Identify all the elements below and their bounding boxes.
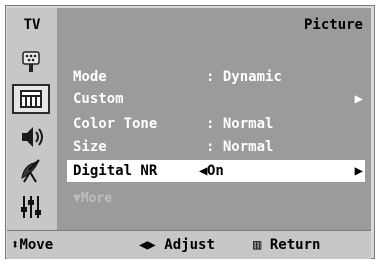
channel-antenna-icon[interactable] (12, 156, 50, 186)
custom-label: Custom (73, 91, 124, 107)
size-value: : Normal (206, 139, 274, 155)
osd-frame: Picture TV Mode: Dynamic Custom ▶ Color… (0, 0, 379, 264)
adjust-hint: ◀▶ Adjust (139, 237, 215, 253)
source-label: TV (23, 17, 41, 33)
digital-nr-label: Digital NR (73, 163, 158, 179)
menu-return-icon: ▥ (253, 237, 262, 253)
menu-row-mode[interactable]: Mode : Dynamic (73, 66, 365, 88)
left-right-arrows-icon: ◀▶ (139, 237, 156, 253)
picture-menu-panel: Mode : Dynamic Custom ▶ Color Tone : Nor… (57, 42, 371, 230)
more-indicator: ▼More (73, 191, 113, 206)
menu-row-digital-nr[interactable]: Digital NR ◀ On ▶ (67, 160, 365, 182)
sound-icon[interactable] (12, 122, 50, 152)
return-hint: ▥ Return (253, 237, 321, 253)
footer-hints: ⬍Move ◀▶ Adjust ▥ Return (7, 230, 371, 259)
mode-label: Mode (73, 69, 107, 85)
menu-header: Picture (7, 8, 371, 43)
right-arrow-icon[interactable]: ▶ (355, 160, 363, 182)
color-tone-label: Color Tone (73, 116, 158, 132)
picture-icon[interactable] (12, 84, 50, 114)
sidebar (7, 42, 57, 230)
menu-row-color-tone[interactable]: Color Tone : Normal (73, 113, 365, 135)
submenu-arrow-icon: ▶ (354, 91, 363, 107)
mode-value: : Dynamic (206, 69, 282, 85)
menu-title: Picture (303, 17, 363, 33)
menu-row-size[interactable]: Size : Normal (73, 136, 365, 158)
move-hint: ⬍Move (11, 237, 54, 253)
menu-row-custom[interactable]: Custom ▶ (73, 88, 365, 110)
setup-sliders-icon[interactable] (12, 192, 50, 222)
size-label: Size (73, 139, 107, 155)
input-icon[interactable] (12, 48, 50, 78)
color-tone-value: : Normal (206, 116, 274, 132)
source-label-box: TV (7, 8, 57, 42)
digital-nr-value: On (207, 163, 224, 179)
